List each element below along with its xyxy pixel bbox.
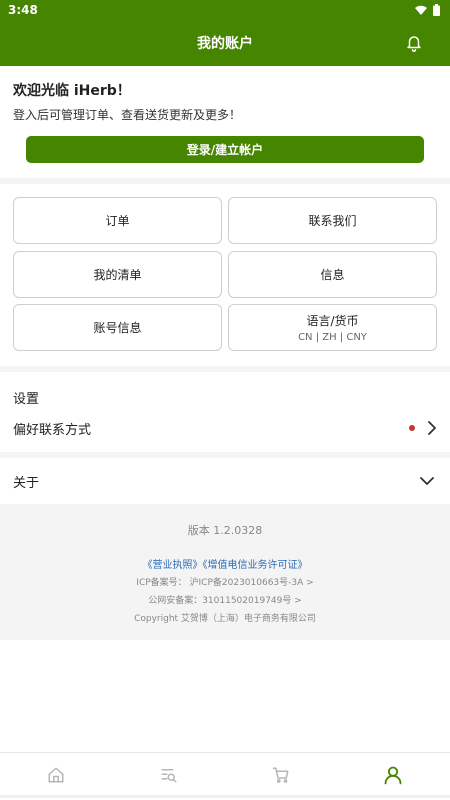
wifi-icon [415,5,427,15]
business-license-link[interactable]: 《营业执照》 [143,560,203,571]
home-gesture-bar [0,795,450,798]
settings-heading: 设置 [13,392,40,407]
orders-label: 订单 [105,214,130,228]
contact-us-tile[interactable]: 联系我们 [228,197,437,244]
my-lists-label: 我的清单 [93,268,142,282]
contact-us-label: 联系我们 [308,214,357,228]
welcome-title: 欢迎光临 iHerb！ [13,83,131,99]
battery-icon [433,4,440,16]
about-label: 关于 [13,475,40,491]
about-row[interactable]: 关于 [0,458,450,504]
orders-tile[interactable]: 订单 [13,197,222,244]
chevron-right-icon [428,421,436,435]
messages-tile[interactable]: 信息 [228,251,437,298]
public-security-record-link[interactable]: 公网安备案：31011502019749号 > [0,593,450,606]
welcome-section: 欢迎光临 iHerb！ 登入后可管理订单、查看送货更新及更多！ 登录/建立帐户 [0,66,450,178]
icp-record-link[interactable]: ICP备案号： 沪ICP备2023010663号-3A > [0,575,450,588]
welcome-subtitle: 登入后可管理订单、查看送货更新及更多！ [13,108,242,122]
language-currency-value: CN | ZH | CNY [298,332,367,343]
status-time: 3:48 [8,3,38,17]
footer-info: 版本 1.2.0328 《营业执照》《增值电信业务许可证》 ICP备案号： 沪I… [0,504,450,640]
messages-label: 信息 [320,268,345,282]
my-lists-tile[interactable]: 我的清单 [13,251,222,298]
home-icon[interactable] [44,763,68,787]
login-register-button[interactable]: 登录/建立帐户 [26,136,424,163]
search-list-icon[interactable] [157,763,181,787]
telecom-license-link[interactable]: 《增值电信业务许可证》 [203,560,308,571]
account-info-tile[interactable]: 账号信息 [13,304,222,351]
cart-icon[interactable] [269,763,293,787]
account-info-label: 账号信息 [93,321,142,335]
status-bar: 3:48 [0,0,450,20]
language-currency-label: 语言/货币 [306,314,359,328]
chevron-down-icon [420,477,434,485]
page-title: 我的账户 [197,36,253,52]
preferred-contact-row[interactable]: 偏好联系方式 [0,414,450,442]
account-icon[interactable] [381,763,405,787]
bottom-tab-bar [0,752,450,800]
account-menu-grid: 订单 联系我们 我的清单 信息 账号信息 语言/货币 CN | ZH | CNY [0,184,450,366]
app-bar: 我的账户 [0,20,450,66]
app-version: 版本 1.2.0328 [187,524,263,537]
copyright-text: Copyright 艾贺博（上海）电子商务有限公司 [134,614,316,624]
language-currency-tile[interactable]: 语言/货币 CN | ZH | CNY [228,304,437,351]
notification-bell-icon[interactable] [404,33,424,53]
settings-section: 设置 偏好联系方式 [0,372,450,452]
preferred-contact-label: 偏好联系方式 [13,422,92,438]
license-links: 《营业执照》《增值电信业务许可证》 [0,556,450,571]
alert-dot-icon [409,425,415,431]
status-icons [415,4,440,16]
